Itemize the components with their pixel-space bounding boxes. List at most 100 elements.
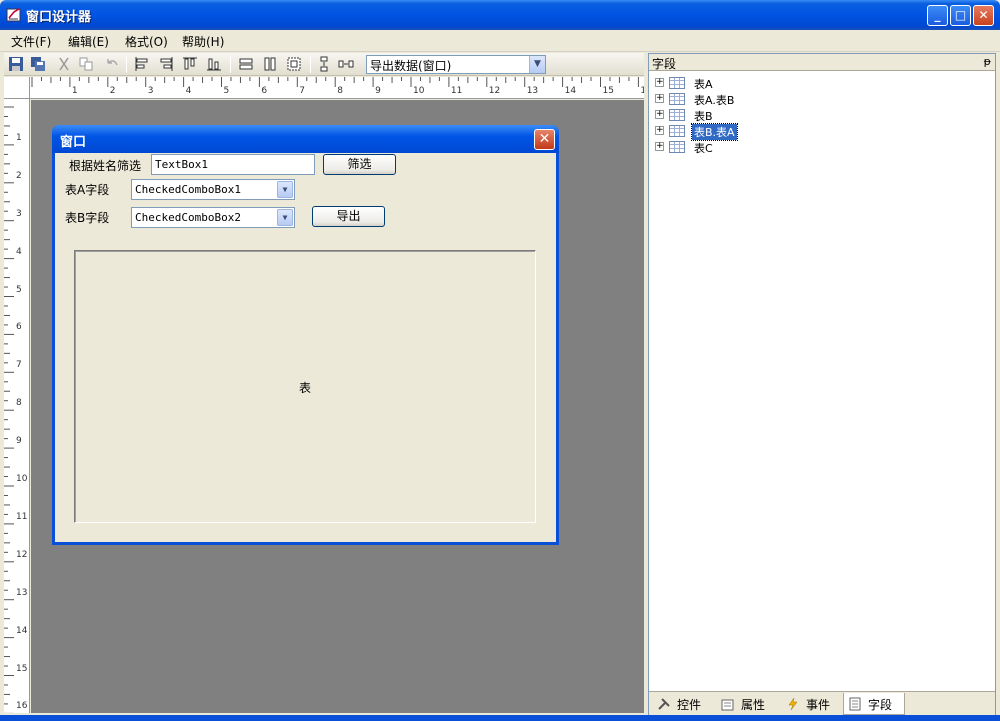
same-width-icon[interactable]: [238, 56, 254, 72]
tab-properties[interactable]: 属性: [717, 693, 779, 715]
export-button[interactable]: 导出: [312, 206, 385, 227]
same-size-icon[interactable]: [286, 56, 302, 72]
table-a-combo-value: CheckedComboBox1: [135, 183, 241, 196]
menu-bar: 文件(F) 编辑(E) 格式(O) 帮助(H): [0, 30, 1000, 52]
ruler-number: 9: [375, 86, 381, 96]
align-right-icon[interactable]: [158, 56, 174, 72]
chevron-down-icon[interactable]: ▼: [277, 209, 293, 226]
ruler-number: 13: [16, 587, 28, 598]
tab-controls[interactable]: 控件: [653, 693, 715, 715]
ruler-number: 1: [16, 132, 22, 143]
menu-file[interactable]: 文件(F): [9, 33, 53, 50]
ruler-number: 5: [223, 86, 230, 96]
table-icon: [669, 141, 685, 153]
ruler-number: 10: [413, 86, 425, 96]
table-b-fields-combo[interactable]: CheckedComboBox2 ▼: [131, 207, 295, 228]
ruler-number: 5: [16, 284, 22, 295]
tree-item-label[interactable]: 表A: [692, 76, 715, 92]
same-height-icon[interactable]: [262, 56, 278, 72]
ruler-number: 7: [16, 360, 22, 371]
ruler-number: 15: [602, 86, 614, 96]
tab-properties-label: 属性: [741, 698, 766, 712]
tree-item-label[interactable]: 表A.表B: [692, 92, 736, 108]
lightning-icon: [788, 697, 798, 711]
form-selector-combo[interactable]: 导出数据(窗口) ▼: [366, 55, 546, 74]
table-b-combo-value: CheckedComboBox2: [135, 211, 241, 224]
chevron-down-icon[interactable]: ▼: [529, 56, 545, 73]
undo-icon[interactable]: [104, 56, 120, 72]
expand-icon[interactable]: +: [655, 94, 664, 103]
ruler-number: 2: [16, 170, 22, 181]
filter-button[interactable]: 筛选: [323, 154, 396, 175]
tab-controls-label: 控件: [677, 698, 702, 712]
save-all-icon[interactable]: [30, 56, 46, 72]
vertical-spacing-icon[interactable]: [316, 56, 332, 72]
horizontal-spacing-icon[interactable]: [338, 56, 354, 72]
vertical-ruler: 1 2 3 4 5 6 7 8 9 10 11 12 13 14 15 16: [4, 99, 30, 713]
name-filter-value: TextBox1: [155, 158, 208, 171]
minimize-button[interactable]: _: [927, 5, 948, 26]
copy-icon[interactable]: [78, 56, 94, 72]
ruler-number: 8: [337, 86, 343, 96]
cut-icon[interactable]: [56, 56, 72, 72]
form-selector-value: 导出数据(窗口): [370, 59, 452, 73]
properties-icon: [721, 699, 734, 711]
fields-panel-header: 字段 ᵽ: [649, 54, 995, 71]
close-button[interactable]: ✕: [973, 5, 994, 26]
save-icon[interactable]: [8, 56, 24, 72]
ruler-number: 9: [16, 436, 22, 447]
expand-icon[interactable]: +: [655, 110, 664, 119]
table-icon: [669, 77, 685, 89]
align-bottom-icon[interactable]: [206, 56, 222, 72]
ruler-number: 12: [16, 549, 28, 560]
table-b-fields-label: 表B字段: [65, 211, 110, 225]
tab-events[interactable]: 事件: [782, 693, 842, 715]
tools-icon: [658, 698, 670, 710]
tab-events-label: 事件: [806, 698, 831, 712]
ruler-number: 11: [450, 86, 463, 96]
form-title: 窗口: [60, 135, 87, 150]
field-list-icon: [849, 697, 861, 711]
fields-panel-title: 字段: [652, 57, 677, 71]
window-bottom-border: [0, 715, 1000, 721]
align-top-icon[interactable]: [182, 56, 198, 72]
ruler-number: 14: [564, 86, 577, 96]
ruler-number: 10: [16, 474, 28, 484]
expand-icon[interactable]: +: [655, 78, 664, 87]
align-left-icon[interactable]: [134, 56, 150, 72]
name-filter-textbox[interactable]: TextBox1: [151, 154, 315, 175]
tree-item-label[interactable]: 表C: [692, 140, 715, 156]
ruler-number: 6: [261, 86, 268, 96]
title-bar: 窗口设计器 _ □ ✕: [0, 0, 1000, 30]
design-canvas[interactable]: 窗口 ✕ 根据姓名筛选 TextBox1 筛选 表A字段 CheckedComb…: [31, 100, 644, 713]
menu-format[interactable]: 格式(O): [123, 33, 170, 50]
tab-fields-label: 字段: [868, 698, 893, 712]
tree-item-label[interactable]: 表B.表A: [691, 123, 738, 141]
chevron-down-icon[interactable]: ▼: [277, 181, 293, 198]
ruler-number: 1: [71, 86, 78, 96]
expand-icon[interactable]: +: [655, 142, 664, 151]
fields-panel: 字段 ᵽ + 表A + 表A.表B + 表B + 表B.表A + 表C 控件 属…: [648, 53, 996, 715]
table-grid-control[interactable]: 表: [74, 250, 536, 523]
expand-icon[interactable]: +: [655, 126, 664, 135]
ruler-number: 4: [185, 86, 192, 96]
pin-icon[interactable]: ᵽ: [984, 55, 991, 68]
ruler-number: 14: [16, 625, 28, 636]
table-a-fields-combo[interactable]: CheckedComboBox1 ▼: [131, 179, 295, 200]
menu-edit[interactable]: 编辑(E): [66, 33, 111, 50]
ruler-number: 3: [147, 86, 154, 96]
tree-item-label[interactable]: 表B: [692, 108, 715, 124]
filter-by-name-label: 根据姓名筛选: [69, 159, 142, 173]
form-close-button[interactable]: ✕: [534, 129, 555, 150]
designed-form-window[interactable]: 窗口 ✕ 根据姓名筛选 TextBox1 筛选 表A字段 CheckedComb…: [52, 125, 559, 545]
menu-help[interactable]: 帮助(H): [180, 33, 226, 50]
ruler-number: 6: [16, 322, 22, 333]
ruler-corner: [4, 77, 30, 99]
designer-app-icon: [6, 8, 21, 22]
form-title-bar[interactable]: 窗口 ✕: [52, 125, 559, 153]
maximize-button[interactable]: □: [950, 5, 971, 26]
ruler-number: 7: [299, 86, 306, 96]
ruler-number: 13: [526, 86, 539, 96]
tab-fields[interactable]: 字段: [843, 693, 905, 715]
table-icon: [669, 125, 685, 137]
